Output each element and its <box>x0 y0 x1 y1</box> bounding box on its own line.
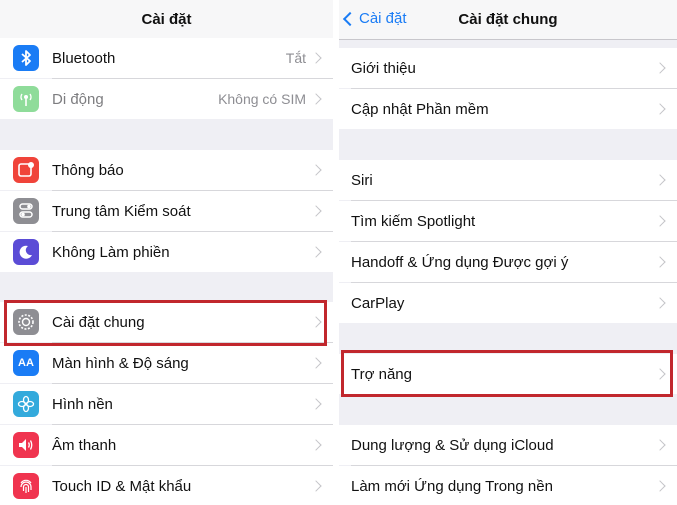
row-label: Dung lượng & Sử dụng iCloud <box>351 436 554 454</box>
row-label: Trợ năng <box>351 365 412 383</box>
moon-icon <box>13 239 39 265</box>
row-label: Làm mới Ứng dụng Trong nền <box>351 477 553 495</box>
bluetooth-icon <box>13 45 39 71</box>
sound-icon <box>13 432 39 458</box>
row-value: Tắt <box>285 50 306 66</box>
settings-row-display[interactable]: AA Màn hình & Độ sáng <box>0 343 333 383</box>
gear-icon <box>13 309 39 335</box>
settings-row-do-not-disturb[interactable]: Không Làm phiền <box>0 232 333 272</box>
general-row-software-update[interactable]: Cập nhật Phần mềm <box>339 89 677 129</box>
row-label: Bluetooth <box>52 49 116 67</box>
settings-row-bluetooth[interactable]: Bluetooth Tắt <box>0 38 333 78</box>
settings-row-control-center[interactable]: Trung tâm Kiểm soát <box>0 191 333 231</box>
row-label: Cập nhật Phần mềm <box>351 100 489 118</box>
chevron-right-icon <box>654 439 666 451</box>
fingerprint-icon <box>13 473 39 499</box>
chevron-right-icon <box>310 93 322 105</box>
settings-row-touch-id[interactable]: Touch ID & Mật khẩu <box>0 466 333 505</box>
chevron-right-icon <box>310 164 322 176</box>
page-title: Cài đặt <box>141 11 192 28</box>
row-label: Trung tâm Kiểm soát <box>52 202 191 220</box>
row-label: Hình nền <box>52 395 113 413</box>
chevron-right-icon <box>310 439 322 451</box>
general-row-carplay[interactable]: CarPlay <box>339 283 677 323</box>
chevron-right-icon <box>310 480 322 492</box>
general-row-about[interactable]: Giới thiệu <box>339 48 677 88</box>
display-brightness-icon: AA <box>13 350 39 376</box>
wallpaper-icon <box>13 391 39 417</box>
settings-row-sounds[interactable]: Âm thanh <box>0 425 333 465</box>
row-label: Giới thiệu <box>351 59 416 77</box>
general-row-background-refresh[interactable]: Làm mới Ứng dụng Trong nền <box>339 466 677 505</box>
row-label: Thông báo <box>52 161 124 179</box>
general-row-siri[interactable]: Siri <box>339 160 677 200</box>
settings-row-wallpaper[interactable]: Hình nền <box>0 384 333 424</box>
row-label: Không Làm phiền <box>52 243 170 261</box>
general-row-handoff[interactable]: Handoff & Ứng dụng Được gợi ý <box>339 242 677 282</box>
general-row-accessibility[interactable]: Trợ năng <box>339 354 677 394</box>
row-label: Màn hình & Độ sáng <box>52 354 189 372</box>
chevron-right-icon <box>654 215 666 227</box>
chevron-right-icon <box>310 357 322 369</box>
control-center-icon <box>13 198 39 224</box>
row-label: Handoff & Ứng dụng Được gợi ý <box>351 253 569 271</box>
general-row-storage[interactable]: Dung lượng & Sử dụng iCloud <box>339 425 677 465</box>
chevron-right-icon <box>310 316 322 328</box>
chevron-right-icon <box>654 256 666 268</box>
chevron-right-icon <box>310 398 322 410</box>
row-label: Di động <box>52 90 104 108</box>
chevron-right-icon <box>654 480 666 492</box>
row-value: Không có SIM <box>218 91 306 107</box>
chevron-right-icon <box>310 52 322 64</box>
settings-row-general[interactable]: Cài đặt chung <box>0 302 333 342</box>
row-label: Cài đặt chung <box>52 313 145 331</box>
row-label: Tìm kiếm Spotlight <box>351 212 476 230</box>
row-label: Siri <box>351 171 373 189</box>
general-row-spotlight[interactable]: Tìm kiếm Spotlight <box>339 201 677 241</box>
row-label: Âm thanh <box>52 436 117 454</box>
page-title: Cài đặt chung <box>458 11 558 28</box>
general-settings-panel: Cài đặt Cài đặt chung Giới thiệu Cập nhậ… <box>339 0 677 505</box>
chevron-right-icon <box>310 205 322 217</box>
settings-panel: Cài đặt Bluetooth Tắt Di động Không có S… <box>0 0 333 505</box>
row-label: CarPlay <box>351 294 405 312</box>
chevron-right-icon <box>654 62 666 74</box>
cellular-icon <box>13 86 39 112</box>
settings-navbar: Cài đặt <box>0 0 333 40</box>
settings-row-cellular[interactable]: Di động Không có SIM <box>0 79 333 119</box>
settings-row-notifications[interactable]: Thông báo <box>0 150 333 190</box>
row-label: Touch ID & Mật khẩu <box>52 477 192 495</box>
chevron-right-icon <box>654 103 666 115</box>
chevron-right-icon <box>654 368 666 380</box>
chevron-right-icon <box>654 297 666 309</box>
notifications-icon <box>13 157 39 183</box>
general-navbar: Cài đặt Cài đặt chung <box>339 0 677 40</box>
chevron-right-icon <box>310 246 322 258</box>
chevron-right-icon <box>654 174 666 186</box>
